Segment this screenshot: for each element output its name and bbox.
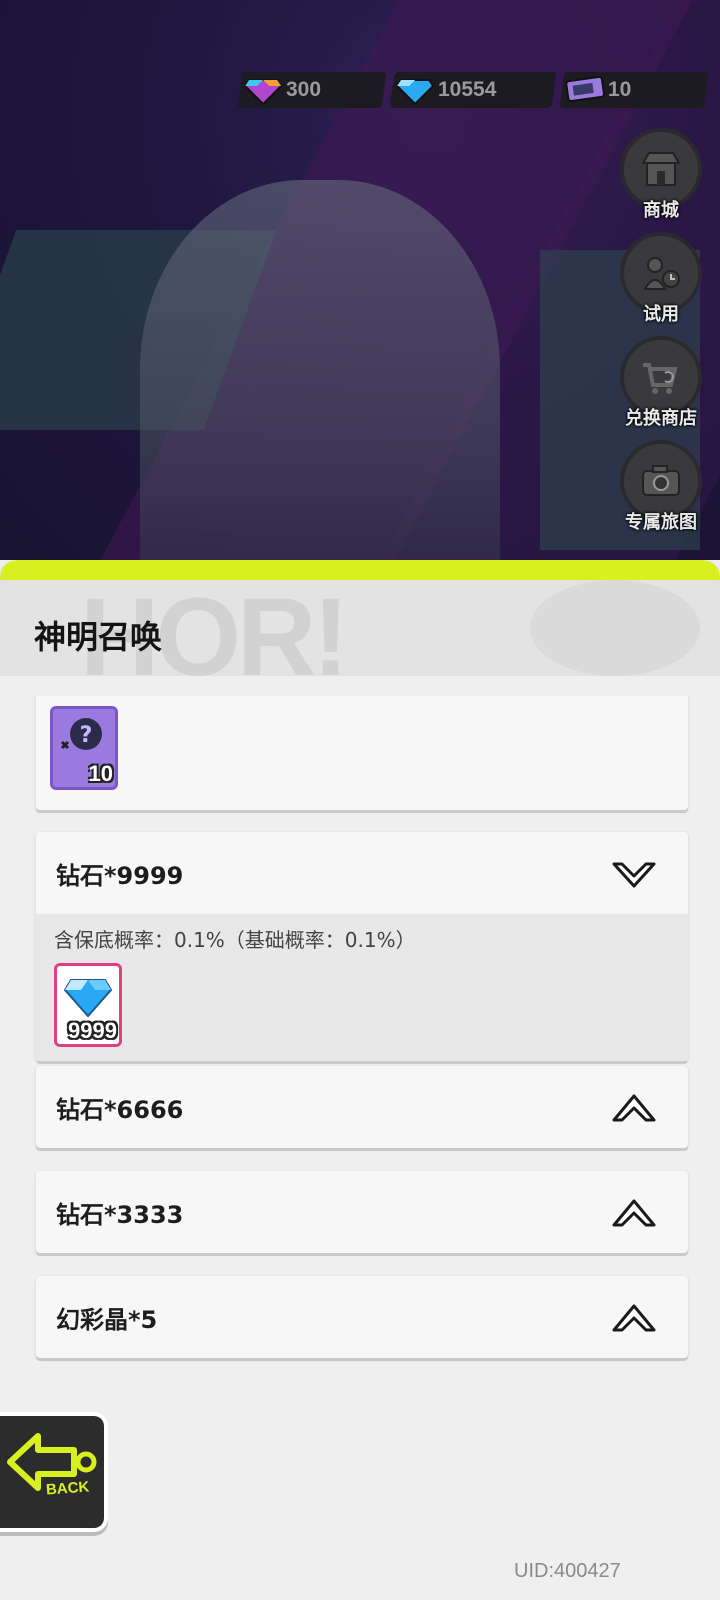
panel-title: 神明召唤 [34, 618, 163, 656]
exchange-shop-label: 兑换商店 [625, 408, 697, 429]
user-id: UID:400427 [514, 1560, 621, 1582]
svg-text:?: ? [80, 723, 93, 748]
shop-label: 商城 [643, 200, 679, 221]
ticket-icon: ? [60, 718, 102, 750]
card-header[interactable]: 钻石*3333 [36, 1171, 688, 1253]
trial-label: 试用 [643, 304, 679, 325]
chevron-down-icon[interactable] [610, 856, 658, 892]
back-label: BACK [45, 1478, 90, 1499]
currency-ticket[interactable]: 10 [559, 72, 709, 108]
diamond-item[interactable]: 9999 [54, 963, 122, 1047]
reward-name: 钻石*3333 [56, 1200, 184, 1229]
reward-name: 钻石*6666 [56, 1095, 184, 1124]
reward-name: 钻石*9999 [56, 861, 184, 890]
reward-card-diamond-6666[interactable]: 钻石*6666 [36, 1066, 688, 1148]
chevron-up-icon[interactable] [610, 1090, 658, 1126]
diamond-icon [63, 979, 113, 1018]
character-showcase: 300 10554 10 商城 试用 兑换商店 专属旅图 [0, 0, 720, 580]
card-header[interactable]: 钻石*6666 [36, 1066, 688, 1148]
exchange-shop-button[interactable]: 兑换商店 [618, 336, 704, 430]
reward-list[interactable]: ? 10 钻石*9999 含保底概率：0.1%（基础概率：0.1%） 9999 … [0, 696, 720, 1556]
chevron-up-icon[interactable] [610, 1195, 658, 1231]
ticket-item[interactable]: ? 10 [50, 706, 118, 790]
item-count: 10 [88, 761, 113, 786]
rate-text: 含保底概率：0.1%（基础概率：0.1%） [54, 928, 416, 952]
currency-value: 300 [286, 78, 322, 101]
reward-card-diamond-9999[interactable]: 钻石*9999 含保底概率：0.1%（基础概率：0.1%） 9999 [36, 832, 688, 1061]
card-header[interactable]: 幻彩晶*5 [36, 1276, 688, 1358]
back-button[interactable]: BACK [0, 1412, 108, 1532]
rainbow-crystal-icon [240, 68, 286, 110]
mascot-doodle [530, 580, 700, 676]
shop-button[interactable]: 商城 [618, 128, 704, 222]
card-detail: 含保底概率：0.1%（基础概率：0.1%） 9999 [36, 914, 688, 1061]
chevron-up-icon[interactable] [610, 1300, 658, 1336]
currency-value: 10554 [438, 78, 497, 101]
reward-card-rainbow-crystal-5[interactable]: 幻彩晶*5 [36, 1276, 688, 1358]
diamond-icon [392, 68, 438, 110]
item-count: 9999 [68, 1018, 117, 1043]
currency-value: 10 [608, 78, 632, 101]
summon-rates-panel: HOR! 神明召唤 ? 10 钻石*9999 含保底概率：0.1%（基础概率：0… [0, 560, 720, 1600]
reward-card: ? 10 [36, 696, 688, 810]
currency-diamond[interactable]: 10554 [389, 72, 557, 108]
currency-bar: 300 10554 10 [237, 72, 709, 108]
card-header[interactable]: 钻石*9999 [36, 832, 688, 914]
exclusive-photo-label: 专属旅图 [625, 512, 697, 533]
reward-name: 幻彩晶*5 [56, 1305, 158, 1334]
exclusive-photo-button[interactable]: 专属旅图 [618, 440, 704, 534]
trial-button[interactable]: 试用 [618, 232, 704, 326]
ticket-icon [562, 68, 608, 110]
currency-rainbow-crystal[interactable]: 300 [237, 72, 387, 108]
reward-card-diamond-3333[interactable]: 钻石*3333 [36, 1171, 688, 1253]
